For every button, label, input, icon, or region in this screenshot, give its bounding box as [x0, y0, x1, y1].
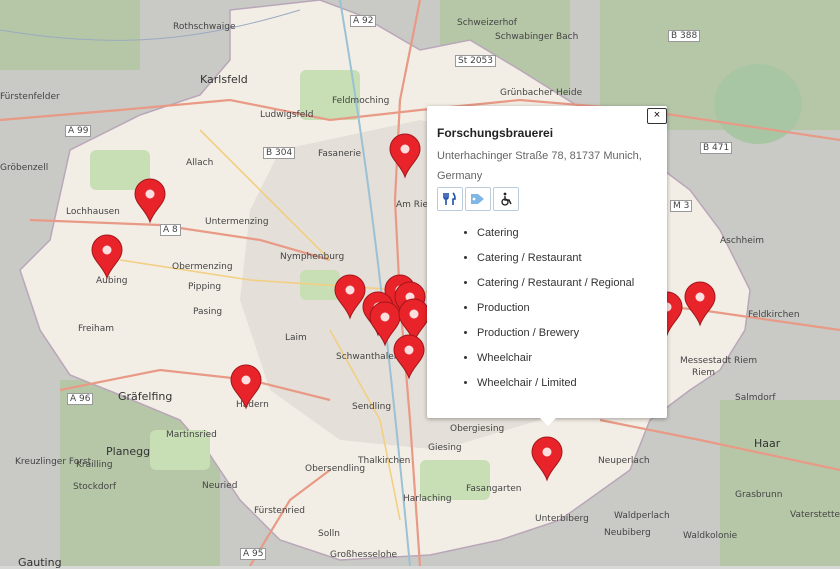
popup-icons [437, 187, 519, 211]
place-popup: × Forschungsbrauerei Unterhachinger Stra… [427, 106, 667, 426]
map-marker[interactable] [334, 274, 366, 320]
map-marker[interactable] [91, 234, 123, 280]
list-item: Catering [477, 223, 634, 248]
close-button[interactable]: × [647, 108, 667, 124]
popup-address: Unterhachinger Straße 78, 81737 Munich, … [437, 150, 642, 182]
list-item: Catering / Restaurant / Regional [477, 273, 634, 298]
fork-knife-icon[interactable] [437, 187, 463, 211]
map-marker[interactable] [684, 281, 716, 327]
list-item: Production / Brewery [477, 323, 634, 348]
map-marker[interactable] [230, 364, 262, 410]
list-item: Catering / Restaurant [477, 248, 634, 273]
popup-tag-list: Catering Catering / Restaurant Catering … [477, 223, 634, 398]
list-item: Production [477, 298, 634, 323]
map-marker[interactable] [134, 178, 166, 224]
map-marker[interactable] [393, 334, 425, 380]
markers-layer [91, 133, 716, 482]
list-item: Wheelchair [477, 348, 634, 373]
list-item: Wheelchair / Limited [477, 373, 634, 398]
map-marker[interactable] [389, 133, 421, 179]
wheelchair-icon[interactable] [493, 187, 519, 211]
map-marker[interactable] [531, 436, 563, 482]
popup-title: Forschungsbrauerei [437, 126, 554, 140]
map-marker[interactable] [369, 301, 401, 347]
price-tag-icon[interactable] [465, 187, 491, 211]
